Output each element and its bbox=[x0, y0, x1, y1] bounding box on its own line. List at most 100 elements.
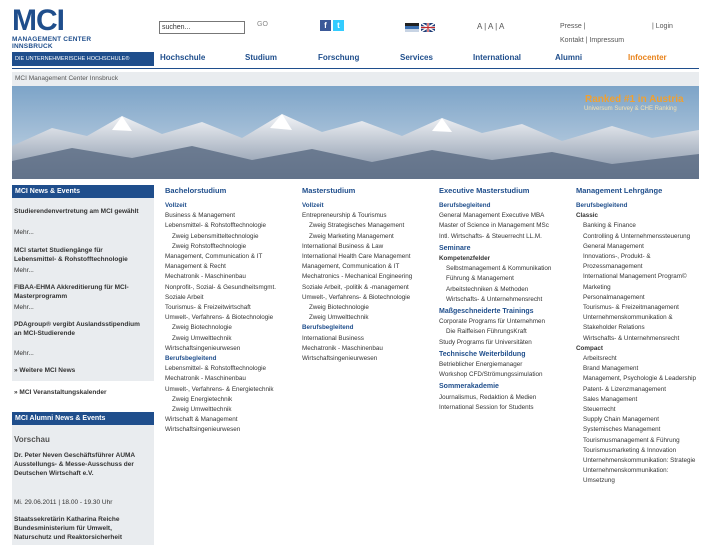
program-link[interactable]: Intl. Wirtschafts- & Steuerrecht LL.M. bbox=[439, 232, 571, 242]
program-link[interactable]: International Session for Students bbox=[439, 403, 571, 413]
program-link[interactable]: Die Raiffeisen FührungsKraft bbox=[439, 327, 571, 337]
news-item-title[interactable]: MCI startet Studiengänge für Lebensmitte… bbox=[14, 246, 146, 264]
program-link[interactable]: Management, Communication & IT bbox=[302, 262, 432, 272]
program-link[interactable]: Systemisches Management bbox=[576, 425, 721, 435]
program-link[interactable]: Controlling & Unternehmenssteuerung bbox=[576, 232, 721, 242]
program-link[interactable]: Unternehmenskommunikation & bbox=[576, 313, 721, 323]
program-link[interactable]: Zweig Umwelttechnik bbox=[302, 313, 432, 323]
flag-german-icon[interactable] bbox=[405, 19, 419, 32]
program-link[interactable]: Arbeitstechniken & Methoden bbox=[439, 285, 571, 295]
program-link[interactable]: Study Programs für Universitäten bbox=[439, 338, 571, 348]
program-link[interactable]: Mechatronik - Maschinenbau bbox=[302, 344, 432, 354]
news-more-link[interactable]: Mehr... bbox=[14, 349, 146, 358]
program-link[interactable]: Stakeholder Relations bbox=[576, 323, 721, 333]
program-link[interactable]: Management, Communication & IT bbox=[165, 252, 295, 262]
program-link[interactable]: Soziale Arbeit bbox=[165, 293, 295, 303]
login-link[interactable]: | Login bbox=[652, 23, 673, 30]
program-link[interactable]: Tourismus- & Freizeitmanagement bbox=[576, 303, 721, 313]
news-more-link[interactable]: Mehr... bbox=[14, 266, 146, 275]
program-link[interactable]: Sales Management bbox=[576, 395, 721, 405]
program-link[interactable]: Zweig Biotechnologie bbox=[302, 303, 432, 313]
program-link[interactable]: Unternehmenskommunikation: Strategie bbox=[576, 456, 721, 466]
program-link[interactable]: Betrieblicher Energiemanager bbox=[439, 360, 571, 370]
program-link[interactable]: Zweig Rohstofftechnologie bbox=[165, 242, 295, 252]
program-link[interactable]: General Management Executive MBA bbox=[439, 211, 571, 221]
news-item-title[interactable]: Studierendenvertretung am MCI gewählt bbox=[14, 207, 146, 216]
alumni-item[interactable]: Dr. Peter Neven Geschäftsführer AUMA Aus… bbox=[14, 451, 146, 478]
program-link[interactable]: Wirtschaftsingenieurwesen bbox=[302, 354, 432, 364]
facebook-icon[interactable]: f bbox=[320, 20, 331, 31]
program-link[interactable]: Master of Science in Management MSc bbox=[439, 221, 571, 231]
presse-link[interactable]: Presse | bbox=[560, 23, 586, 30]
subheading[interactable]: Seminare bbox=[439, 244, 571, 254]
program-link[interactable]: Mechatronik - Maschinenbau bbox=[165, 272, 295, 282]
program-link[interactable]: Steuerrecht bbox=[576, 405, 721, 415]
program-link[interactable]: Zweig Biotechnologie bbox=[165, 323, 295, 333]
nav-alumni[interactable]: Alumni bbox=[555, 53, 582, 62]
program-link[interactable]: Nonprofit-, Sozial- & Gesundheitsmgmt. bbox=[165, 283, 295, 293]
program-link[interactable]: Wirtschaftsingenieurwesen bbox=[165, 425, 295, 435]
more-news-link[interactable]: » Weitere MCI News bbox=[14, 366, 146, 375]
flag-english-icon[interactable] bbox=[420, 19, 436, 33]
column-heading[interactable]: Management Lehrgänge bbox=[576, 185, 721, 197]
program-link[interactable]: International Business & Law bbox=[302, 242, 432, 252]
program-link[interactable]: Tourismusmarketing & Innovation bbox=[576, 446, 721, 456]
program-link[interactable]: Entrepreneurship & Tourismus bbox=[302, 211, 432, 221]
program-link[interactable]: Business & Management bbox=[165, 211, 295, 221]
go-button[interactable]: GO bbox=[257, 21, 268, 28]
kontakt-impressum-links[interactable]: Kontakt | Impressum bbox=[560, 37, 624, 44]
program-link[interactable]: Zweig Umwelttechnik bbox=[165, 334, 295, 344]
news-more-link[interactable]: Mehr... bbox=[14, 228, 146, 237]
program-link[interactable]: Wirtschafts- & Unternehmensrecht bbox=[576, 334, 721, 344]
program-link[interactable]: General Management bbox=[576, 242, 721, 252]
program-link[interactable]: Umwelt-, Verfahrens- & Energietechnik bbox=[165, 385, 295, 395]
program-link[interactable]: Mechatronik - Maschinenbau bbox=[165, 374, 295, 384]
program-link[interactable]: Corporate Programs für Unternehmen bbox=[439, 317, 571, 327]
program-link[interactable]: Management & Recht bbox=[165, 262, 295, 272]
program-link[interactable]: Zweig Umwelttechnik bbox=[165, 405, 295, 415]
program-link[interactable]: Unternehmenskommunikation: bbox=[576, 466, 721, 476]
mci-logo[interactable]: MCI MANAGEMENT CENTER INNSBRUCK bbox=[12, 6, 152, 51]
subheading[interactable]: Technische Weiterbildung bbox=[439, 350, 571, 360]
nav-international[interactable]: International bbox=[473, 53, 521, 62]
program-link[interactable]: Patent- & Lizenzmanagement bbox=[576, 385, 721, 395]
program-link[interactable]: Supply Chain Management bbox=[576, 415, 721, 425]
column-heading[interactable]: Executive Masterstudium bbox=[439, 185, 571, 197]
events-calendar-link[interactable]: » MCI Veranstaltungskalender bbox=[14, 388, 146, 397]
program-link[interactable]: Journalismus, Redaktion & Medien bbox=[439, 393, 571, 403]
program-link[interactable]: Arbeitsrecht bbox=[576, 354, 721, 364]
program-link[interactable]: Marketing bbox=[576, 283, 721, 293]
program-link[interactable]: Wirtschaftsingenieurwesen bbox=[165, 344, 295, 354]
program-link[interactable]: International Management Program© bbox=[576, 272, 721, 282]
program-link[interactable]: Tourismusmanagement & Führung bbox=[576, 436, 721, 446]
program-link[interactable]: Zweig Energietechnik bbox=[165, 395, 295, 405]
search-input[interactable]: suchen... bbox=[159, 21, 245, 34]
column-heading[interactable]: Bachelorstudium bbox=[165, 185, 295, 197]
program-link[interactable]: Workshop CFD/Strömungssimulation bbox=[439, 370, 571, 380]
news-more-link[interactable]: Mehr... bbox=[14, 303, 146, 312]
twitter-icon[interactable]: t bbox=[333, 20, 344, 31]
program-link[interactable]: Brand Management bbox=[576, 364, 721, 374]
program-link[interactable]: Umsetzung bbox=[576, 476, 721, 486]
program-link[interactable]: Zweig Marketing Management bbox=[302, 232, 432, 242]
nav-hochschule[interactable]: Hochschule bbox=[160, 53, 205, 62]
subheading[interactable]: Sommerakademie bbox=[439, 382, 571, 392]
program-link[interactable]: Wirtschafts- & Unternehmensrecht bbox=[439, 295, 571, 305]
program-link[interactable]: Lebensmittel- & Rohstofftechnologie bbox=[165, 364, 295, 374]
program-link[interactable]: Selbstmanagement & Kommunikation bbox=[439, 264, 571, 274]
program-link[interactable]: International Business bbox=[302, 334, 432, 344]
news-item-title[interactable]: FIBAA-EHMA Akkreditierung für MCI-Master… bbox=[14, 283, 146, 301]
program-link[interactable]: Zweig Strategisches Management bbox=[302, 221, 432, 231]
program-link[interactable]: Umwelt-, Verfahrens- & Biotechnologie bbox=[165, 313, 295, 323]
program-link[interactable]: Innovations-, Produkt- & bbox=[576, 252, 721, 262]
font-size-selector[interactable]: A | A | A bbox=[477, 22, 504, 31]
alumni-item[interactable]: Staatssekretärin Katharina Reiche Bundes… bbox=[14, 515, 146, 542]
program-link[interactable]: Management, Psychologie & Leadership bbox=[576, 374, 721, 384]
news-item-title[interactable]: PDAgroup® vergibt Auslandsstipendium an … bbox=[14, 320, 146, 338]
nav-infocenter[interactable]: Infocenter bbox=[628, 53, 667, 62]
program-link[interactable]: Personalmanagement bbox=[576, 293, 721, 303]
nav-services[interactable]: Services bbox=[400, 53, 433, 62]
program-link[interactable]: Tourismus- & Freizeitwirtschaft bbox=[165, 303, 295, 313]
subheading[interactable]: Maßgeschneiderte Trainings bbox=[439, 307, 571, 317]
program-link[interactable]: Prozessmanagement bbox=[576, 262, 721, 272]
